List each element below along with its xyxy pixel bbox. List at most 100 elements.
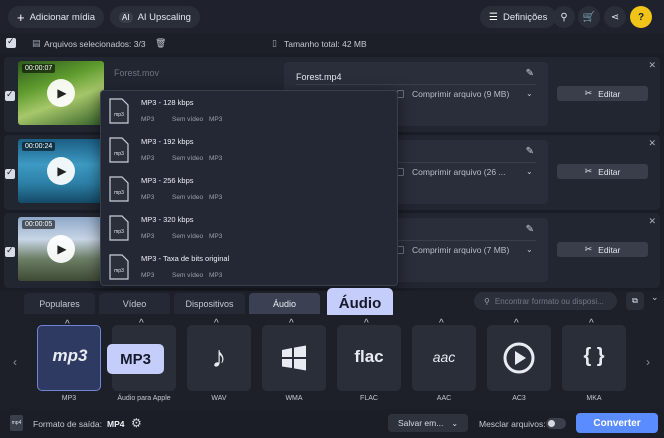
search-tool-button[interactable]: ⚲ (553, 6, 575, 28)
preset-video: Sem vídeo (172, 233, 204, 240)
chevron-up-icon: ^ (139, 318, 144, 329)
chevron-down-icon[interactable]: ⌄ (526, 167, 533, 176)
aac-icon: aac (432, 349, 456, 365)
duration-label: 00:00:05 (22, 220, 56, 229)
format-mp3[interactable]: ^ mp3 (37, 319, 101, 391)
close-icon[interactable]: ✕ (648, 60, 656, 71)
share-button[interactable]: ⋖ (604, 6, 626, 28)
format-label: MKA (586, 395, 602, 402)
ai-upscaling-button[interactable]: AI AI Upscaling (110, 6, 200, 28)
compress-icon (397, 168, 404, 176)
format-label: MP3 (61, 395, 77, 402)
scissors-icon: ✂ (584, 244, 593, 254)
merge-files-toggle[interactable] (546, 418, 566, 429)
mp3-file-icon: mp3 (109, 98, 129, 124)
preset-item[interactable]: mp3 MP3 - 256 kbps MP3 Sem vídeo MP3 (101, 169, 397, 208)
tab-label: Áudio (272, 298, 297, 309)
tab-popular[interactable]: Populares (24, 293, 95, 314)
preset-item[interactable]: mp3 MP3 - 128 kbps MP3 Sem vídeo MP3 (101, 91, 397, 130)
video-thumbnail[interactable]: 00:00:24 ▶ (18, 139, 104, 203)
edit-button[interactable]: ✂ Editar (557, 86, 648, 101)
cart-button[interactable]: 🛒 (578, 6, 600, 28)
preset-item[interactable]: mp3 MP3 - 320 kbps MP3 Sem vídeo MP3 (101, 208, 397, 247)
input-file-name: Forest.mov (114, 68, 160, 78)
sliders-icon: ☰ (489, 11, 498, 23)
compress-dropdown[interactable]: Comprimir arquivo (26 ... (412, 167, 506, 177)
mp3-icon: mp3 (52, 346, 88, 365)
chevron-down-icon: ⌄ (451, 418, 459, 428)
device-detect-button[interactable]: ⧉ (626, 292, 644, 310)
play-icon[interactable]: ▶ (47, 235, 75, 263)
format-ac3[interactable]: ^ (487, 318, 551, 391)
merge-files-label: Mesclar arquivos: (479, 419, 546, 429)
chevron-down-icon[interactable]: ⌄ (526, 89, 533, 98)
close-icon[interactable]: ✕ (648, 138, 656, 149)
play-icon[interactable]: ▶ (47, 157, 75, 185)
preset-video: Sem vídeo (172, 116, 204, 123)
files-icon: ▤ (32, 38, 41, 48)
settings-button[interactable]: ☰ Definições (480, 6, 557, 28)
preset-video: Sem vídeo (172, 155, 204, 162)
trash-icon[interactable]: 🗑 (155, 38, 166, 49)
format-flac[interactable]: ^ flac (337, 318, 401, 391)
search-placeholder: Encontrar formato ou disposi... (494, 296, 604, 306)
scissors-icon: ✂ (584, 166, 593, 176)
file-checkbox[interactable] (5, 89, 15, 101)
tab-label: Vídeo (122, 298, 147, 309)
scissors-icon: ✂ (584, 88, 593, 98)
output-format-label: Formato de saída: (33, 419, 102, 429)
save-to-button[interactable]: Salvar em... ⌄ (388, 414, 468, 432)
share-icon: ⋖ (610, 11, 620, 23)
chevron-down-icon[interactable]: ⌄ (526, 245, 533, 254)
rename-pencil-icon[interactable]: ✎ (526, 68, 534, 79)
format-aac[interactable]: ^ aac (412, 318, 476, 391)
search-icon: ⚲ (560, 11, 568, 23)
preset-item[interactable]: mp3 MP3 - 192 kbps MP3 Sem vídeo MP3 (101, 130, 397, 169)
preset-item[interactable]: mp3 MP3 - Taxa de bits original MP3 Sem víd… (101, 247, 397, 286)
format-wav[interactable]: ^ ♪ (187, 318, 251, 391)
edit-button[interactable]: ✂ Editar (557, 164, 648, 179)
file-checkbox[interactable] (5, 245, 15, 257)
preset-codec: MP3 (141, 194, 155, 201)
format-label: WMA (285, 395, 303, 402)
rename-pencil-icon[interactable]: ✎ (526, 224, 534, 235)
rename-pencil-icon[interactable]: ✎ (526, 146, 534, 157)
convert-button[interactable]: Converter (576, 413, 658, 433)
tab-devices[interactable]: Dispositivos (174, 293, 245, 314)
close-icon[interactable]: ✕ (648, 216, 656, 227)
tab-video[interactable]: Vídeo (99, 293, 170, 314)
top-toolbar: + Adicionar mídia AI AI Upscaling ☰ Defi… (0, 0, 664, 33)
edit-button[interactable]: ✂ Editar (557, 242, 648, 257)
chevron-up-icon: ^ (589, 318, 594, 329)
scroll-left-arrow-icon[interactable]: ‹ (13, 355, 17, 369)
collapse-chevron-icon[interactable]: ⌄ (651, 292, 659, 303)
output-format-value: MP4 (107, 419, 125, 429)
scroll-right-arrow-icon[interactable]: › (646, 355, 650, 369)
preset-codec: MP3 (141, 233, 155, 240)
gear-icon[interactable]: ⚙ (131, 416, 142, 430)
format-label: WAV (211, 395, 227, 402)
select-all-checkbox[interactable] (6, 36, 16, 48)
chevron-up-icon: ^ (214, 318, 219, 329)
preset-format: MP3 (209, 116, 223, 123)
add-media-button[interactable]: + Adicionar mídia (8, 6, 105, 28)
chevron-up-icon: ^ (289, 318, 294, 329)
video-thumbnail[interactable]: 00:00:07 ▶ (18, 61, 104, 125)
compress-dropdown[interactable]: Comprimir arquivo (7 MB) (412, 245, 509, 255)
svg-text:mp3: mp3 (114, 268, 124, 274)
ac3-icon (487, 341, 551, 377)
compress-dropdown[interactable]: Comprimir arquivo (9 MB) (412, 89, 509, 99)
preset-format: MP3 (209, 155, 223, 162)
video-thumbnail[interactable]: 00:00:05 ▶ (18, 217, 104, 281)
help-button[interactable]: ? (630, 6, 652, 28)
format-search-input[interactable]: ⚲ Encontrar formato ou disposi... (474, 292, 617, 310)
chevron-up-icon: ^ (439, 318, 444, 329)
format-mka[interactable]: ^ { } (562, 318, 626, 391)
format-wma[interactable]: ^ (262, 318, 326, 391)
tab-audio[interactable]: Áudio (249, 293, 320, 314)
play-icon[interactable]: ▶ (47, 79, 75, 107)
preset-name: MP3 - 320 kbps (141, 215, 194, 224)
tooltip-text: Áudio (338, 295, 382, 312)
file-checkbox[interactable] (5, 167, 15, 179)
tab-label: Dispositivos (185, 298, 234, 309)
